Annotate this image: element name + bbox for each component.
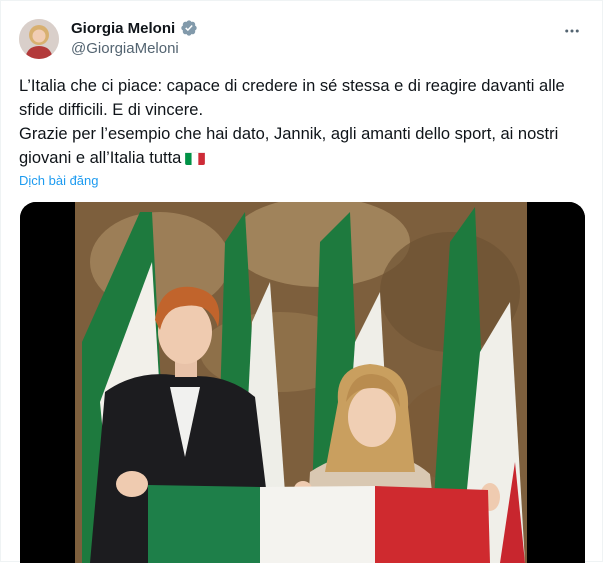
author-handle[interactable]: @GiorgiaMeloni — [71, 40, 179, 57]
tweet-text: L’Italia che ci piace: capace di credere… — [19, 74, 589, 170]
more-options-icon[interactable] — [560, 19, 584, 43]
author-display-name[interactable]: Giorgia Meloni — [71, 20, 175, 37]
tweet-text-line-content: Grazie per l’esempio che hai dato, Janni… — [19, 125, 559, 167]
tweet-card[interactable]: Giorgia Meloni @GiorgiaMeloni L’Italia c… — [0, 0, 603, 563]
avatar[interactable] — [19, 19, 59, 59]
tweet-photo[interactable] — [20, 202, 585, 563]
verified-badge-icon — [180, 19, 198, 37]
tweet-text-line: L’Italia che ci piace: capace di credere… — [19, 77, 565, 119]
italy-flag-icon — [185, 150, 206, 165]
author-name-row: Giorgia Meloni — [71, 19, 198, 37]
translate-post-link[interactable]: Dịch bài đăng — [19, 173, 99, 188]
tweet-text-line: Grazie per l’esempio che hai dato, Janni… — [19, 122, 589, 170]
